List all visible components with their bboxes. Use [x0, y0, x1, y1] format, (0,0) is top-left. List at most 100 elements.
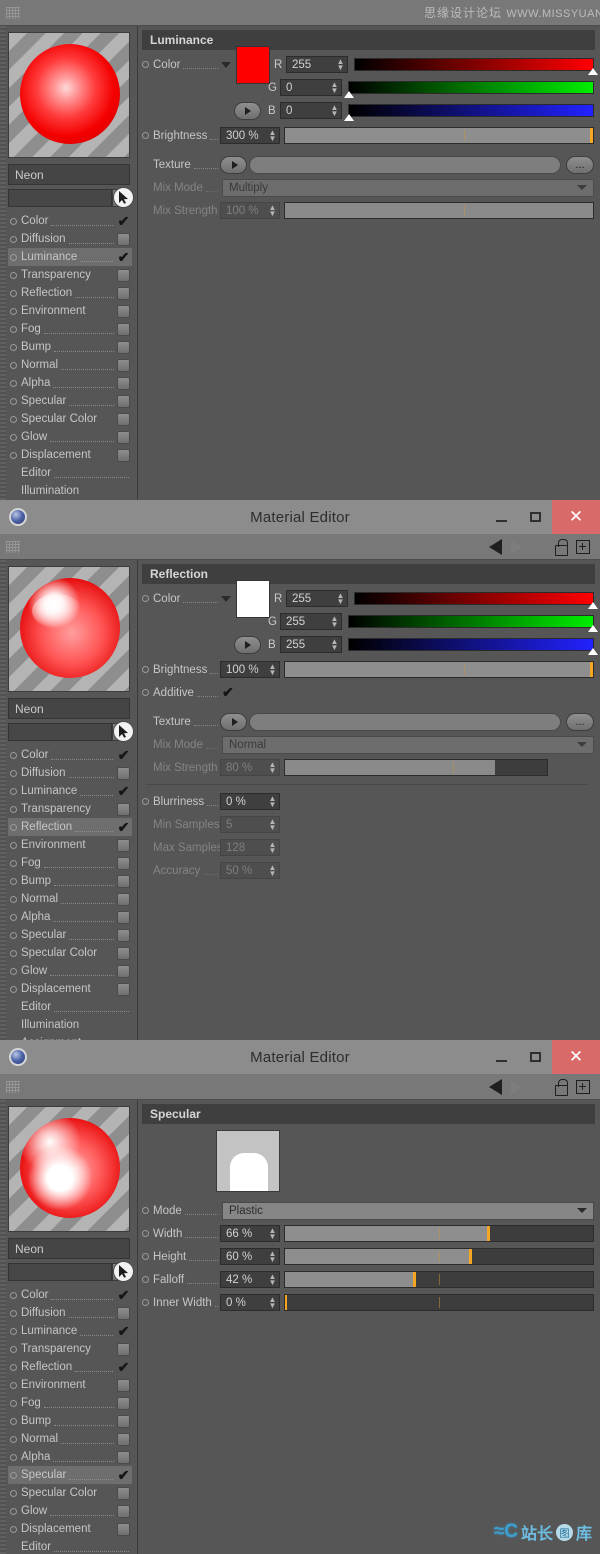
- texture-menu-button-2[interactable]: [220, 713, 247, 731]
- radio-icon[interactable]: [10, 1400, 17, 1407]
- channel-checkbox-checked[interactable]: ✔: [116, 1325, 131, 1338]
- close-button-2[interactable]: ✕: [552, 500, 600, 534]
- maxsamples-field-2[interactable]: 128 ▲▼: [220, 839, 280, 856]
- spinner-icon[interactable]: ▲▼: [268, 865, 277, 877]
- close-button-3[interactable]: ✕: [552, 1040, 600, 1074]
- lock-icon[interactable]: [554, 539, 567, 554]
- channel-checkbox[interactable]: [117, 1451, 130, 1464]
- search-input-3[interactable]: [8, 1263, 112, 1281]
- titlebar-3[interactable]: Material Editor ✕: [0, 1040, 600, 1074]
- spinner-icon[interactable]: ▲▼: [268, 1251, 277, 1263]
- b-value-field-1[interactable]: 0 ▲▼: [280, 102, 342, 119]
- material-name-field-1[interactable]: Neon: [8, 164, 130, 185]
- radio-icon[interactable]: [142, 1230, 149, 1237]
- radio-icon[interactable]: [10, 344, 17, 351]
- radio-icon[interactable]: [10, 1346, 17, 1353]
- radio-icon[interactable]: [10, 914, 17, 921]
- falloff-field-3[interactable]: 42 %▲▼: [220, 1271, 280, 1288]
- channel-checkbox[interactable]: [117, 323, 130, 336]
- channel-checkbox[interactable]: [117, 1523, 130, 1536]
- back-arrow-icon[interactable]: [489, 539, 502, 555]
- channel-checkbox[interactable]: [117, 377, 130, 390]
- channel-item-normal[interactable]: Normal: [8, 890, 132, 908]
- channel-item-luminance[interactable]: Luminance✔: [8, 782, 132, 800]
- channel-item-fog[interactable]: Fog: [8, 320, 132, 338]
- radio-icon[interactable]: [142, 1253, 149, 1260]
- spinner-icon[interactable]: ▲▼: [268, 1274, 277, 1286]
- radio-icon[interactable]: [10, 860, 17, 867]
- r-gradient-knob-2[interactable]: [588, 602, 598, 609]
- falloff-slider-3[interactable]: [284, 1271, 594, 1288]
- channel-checkbox[interactable]: [117, 431, 130, 444]
- radio-icon[interactable]: [142, 666, 149, 673]
- mode-dropdown-3[interactable]: Plastic: [222, 1202, 594, 1220]
- sidebar-scrollbar[interactable]: [0, 560, 6, 1040]
- material-preview-1[interactable]: [8, 32, 130, 158]
- add-icon[interactable]: [576, 540, 590, 554]
- g-gradient-knob-1[interactable]: [344, 91, 354, 98]
- radio-icon[interactable]: [10, 1328, 17, 1335]
- radio-icon[interactable]: [142, 61, 149, 68]
- slider-knob[interactable]: [469, 1249, 472, 1264]
- spinner-icon[interactable]: ▲▼: [330, 639, 339, 651]
- brightness-field-2[interactable]: 100 % ▲▼: [220, 661, 280, 678]
- slider-knob[interactable]: [487, 1226, 490, 1241]
- color-swatch-1[interactable]: [236, 46, 270, 84]
- mixmode-dropdown-2[interactable]: Normal: [222, 736, 594, 754]
- radio-icon[interactable]: [142, 689, 149, 696]
- channel-item-fog[interactable]: Fog: [8, 1394, 132, 1412]
- channel-checkbox[interactable]: [117, 1397, 130, 1410]
- spinner-icon[interactable]: ▲▼: [330, 82, 339, 94]
- spinner-icon[interactable]: ▲▼: [268, 819, 277, 831]
- channel-checkbox[interactable]: [117, 839, 130, 852]
- channel-item-specular[interactable]: Specular: [8, 392, 132, 410]
- channel-checkbox[interactable]: [117, 875, 130, 888]
- r-gradient-knob-1[interactable]: [588, 68, 598, 75]
- radio-icon[interactable]: [142, 1207, 149, 1214]
- search-input-1[interactable]: [8, 189, 112, 207]
- radio-icon[interactable]: [10, 434, 17, 441]
- channel-item-transparency[interactable]: Transparency: [8, 800, 132, 818]
- channel-item-displacement[interactable]: Displacement: [8, 1520, 132, 1538]
- grip-handle-icon[interactable]: [6, 541, 20, 553]
- channel-checkbox[interactable]: [117, 341, 130, 354]
- forward-arrow-icon[interactable]: [511, 540, 522, 554]
- radio-icon[interactable]: [10, 1472, 17, 1479]
- radio-icon[interactable]: [142, 132, 149, 139]
- texture-path-field-1[interactable]: [249, 156, 561, 174]
- material-preview-3[interactable]: [8, 1106, 130, 1232]
- channel-item-specular-color[interactable]: Specular Color: [8, 410, 132, 428]
- channel-checkbox[interactable]: [117, 1415, 130, 1428]
- radio-icon[interactable]: [10, 1490, 17, 1497]
- channel-checkbox[interactable]: [117, 857, 130, 870]
- radio-icon[interactable]: [10, 380, 17, 387]
- r-value-field-1[interactable]: 255 ▲▼: [286, 56, 348, 73]
- sidebar-scrollbar[interactable]: [0, 26, 6, 500]
- channel-item-specular[interactable]: Specular: [8, 926, 132, 944]
- channel-checkbox[interactable]: [117, 965, 130, 978]
- titlebar-2[interactable]: Material Editor ✕: [0, 500, 600, 534]
- r-gradient-slider-1[interactable]: [354, 58, 594, 71]
- channel-checkbox-checked[interactable]: ✔: [116, 785, 131, 798]
- g-value-field-1[interactable]: 0 ▲▼: [280, 79, 342, 96]
- channel-item-editor[interactable]: Editor: [8, 1538, 132, 1554]
- mixstrength-slider-1[interactable]: [284, 202, 594, 219]
- b-gradient-knob-1[interactable]: [344, 114, 354, 121]
- width-slider-3[interactable]: [284, 1225, 594, 1242]
- channel-item-transparency[interactable]: Transparency: [8, 266, 132, 284]
- lock-icon[interactable]: [554, 1079, 567, 1094]
- channel-checkbox[interactable]: [117, 803, 130, 816]
- height-field-3[interactable]: 60 %▲▼: [220, 1248, 280, 1265]
- channel-item-editor[interactable]: Editor: [8, 998, 132, 1016]
- material-name-field-2[interactable]: Neon: [8, 698, 130, 719]
- search-input-2[interactable]: [8, 723, 112, 741]
- spinner-icon[interactable]: ▲▼: [336, 59, 345, 71]
- b-gradient-slider-1[interactable]: [348, 104, 594, 117]
- channel-checkbox[interactable]: [117, 269, 130, 282]
- back-arrow-icon[interactable]: [489, 1079, 502, 1095]
- forward-arrow-icon[interactable]: [511, 1080, 522, 1094]
- radio-icon[interactable]: [10, 218, 17, 225]
- r-gradient-slider-2[interactable]: [354, 592, 594, 605]
- spinner-icon[interactable]: ▲▼: [268, 1297, 277, 1309]
- channel-item-alpha[interactable]: Alpha: [8, 374, 132, 392]
